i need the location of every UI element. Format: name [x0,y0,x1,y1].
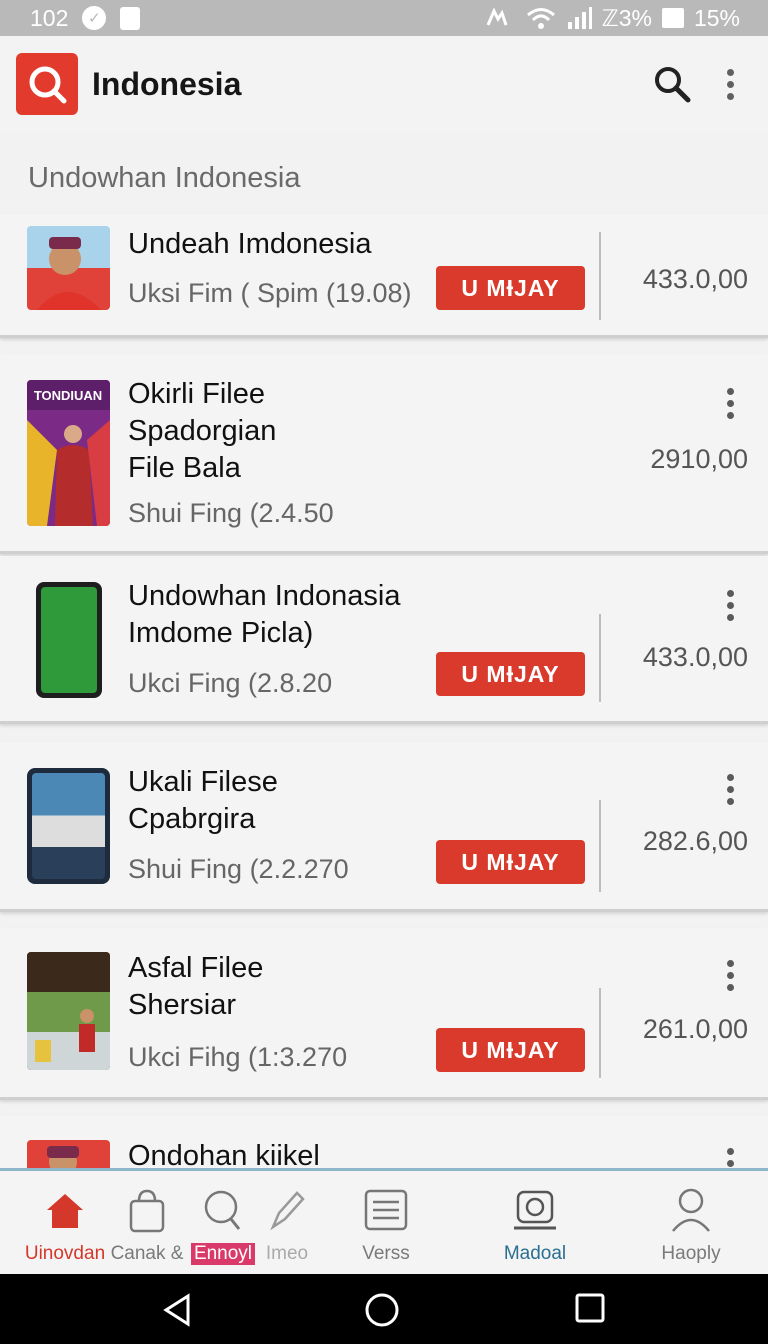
item-price: 433.0,00 [642,264,748,294]
item-subtitle: Shui Fing (2.4.50 [128,498,334,528]
item-title: Undowhan Indonasia Imdome Picla) [128,580,401,649]
item-thumbnail [27,226,110,310]
back-icon[interactable] [160,1292,196,1328]
section-title: Undowhan Indonesia [28,162,301,194]
divider [599,232,601,320]
buy-button[interactable]: U MƗJAY [436,652,585,696]
overflow-menu-icon[interactable] [720,388,740,419]
status-bar: 102 ✓ ℤ3% 15% [0,0,768,36]
battery-percent: 15% [693,4,740,31]
nav-item-edit[interactable]: Imeo [232,1185,342,1265]
home-button-icon[interactable] [364,1292,400,1328]
item-price: 282.6,00 [642,826,748,856]
item-title: Asfal Filee Shersiar [128,952,264,1021]
list-item[interactable]: Undeah Imdonesia Uksi Fim ( Spim (19.08)… [0,214,768,338]
search-icon[interactable] [652,64,692,104]
nav-label: Imeo [265,1243,309,1264]
item-subtitle: Shui Fing (2.2.270 [128,854,349,884]
svg-text:TONDIUAN: TONDIUAN [34,388,102,403]
item-title: Undeah Imdonesia [128,228,372,260]
list-item[interactable]: Ondohan kiikel [0,1116,768,1168]
status-extra-text: ℤ3% [601,4,652,31]
item-price: 2910,00 [650,444,748,474]
signal-strength-icon [486,7,508,26]
overflow-menu-icon[interactable] [720,960,740,991]
item-title: Ondohan kiikel [128,1140,320,1168]
status-time: 102 [30,4,69,31]
app-logo-icon[interactable] [16,53,78,115]
item-thumbnail [27,768,110,884]
app-title: Indonesia [92,65,242,102]
wifi-icon [526,8,555,29]
buy-button[interactable]: U MƗJAY [436,840,585,884]
list-icon [331,1185,441,1235]
item-thumbnail [36,582,102,698]
list-item[interactable]: Ukali Filese Cpabrgira Shui Fing (2.2.270… [0,742,768,912]
item-title: Ukali Filese Cpabrgira [128,766,278,835]
overflow-menu-icon[interactable] [720,590,740,621]
item-price: 261.0,00 [642,1014,748,1044]
list-item[interactable]: Asfal Filee Shersiar Ukci Fihg (1:3.270 U… [0,928,768,1100]
overflow-menu-icon[interactable] [720,1148,740,1168]
divider [599,988,601,1078]
divider [599,800,601,892]
nav-label: Haoply [661,1243,721,1264]
edit-icon [232,1185,342,1235]
list-item[interactable]: TONDIUAN Okirli Filee Spadorgian File Bala… [0,354,768,554]
buy-button[interactable]: U MƗJAY [436,1028,585,1072]
document-icon [120,6,141,30]
item-title: Okirli Filee Spadorgian File Bala [128,378,277,484]
nav-item-profile[interactable]: Haoply [636,1185,746,1265]
recent-apps-icon[interactable] [574,1292,606,1324]
device-icon [480,1185,590,1235]
divider [599,614,601,702]
item-subtitle: Ukci Fihg (1:3.270 [128,1042,348,1072]
profile-icon [636,1185,746,1235]
nav-item-list[interactable]: Verss [331,1185,441,1265]
item-thumbnail [27,952,110,1070]
item-thumbnail [27,1140,110,1168]
system-navigation-bar [0,1274,768,1344]
notification-icon: ✓ [82,6,107,30]
app-bar: Indonesia [0,36,768,132]
item-subtitle: Ukci Fing (2.8.20 [128,668,333,698]
bottom-navigation: Uinovdan Canak & Ennoyl Imeo Verss Madoa… [0,1168,768,1274]
nav-item-device[interactable]: Madoal [480,1185,590,1265]
overflow-menu-icon[interactable] [720,68,740,100]
item-price: 433.0,00 [642,642,748,672]
item-thumbnail: TONDIUAN [27,380,110,526]
nav-label: Verss [362,1243,410,1264]
list-item[interactable]: Undowhan Indonasia Imdome Picla) Ukci Fin… [0,556,768,724]
overflow-menu-icon[interactable] [720,774,740,805]
item-subtitle: Uksi Fim ( Spim (19.08) [128,278,412,308]
buy-button[interactable]: U MƗJAY [436,266,585,310]
battery-icon [661,8,684,28]
cell-signal-icon [567,7,592,29]
nav-label: Madoal [503,1243,567,1264]
